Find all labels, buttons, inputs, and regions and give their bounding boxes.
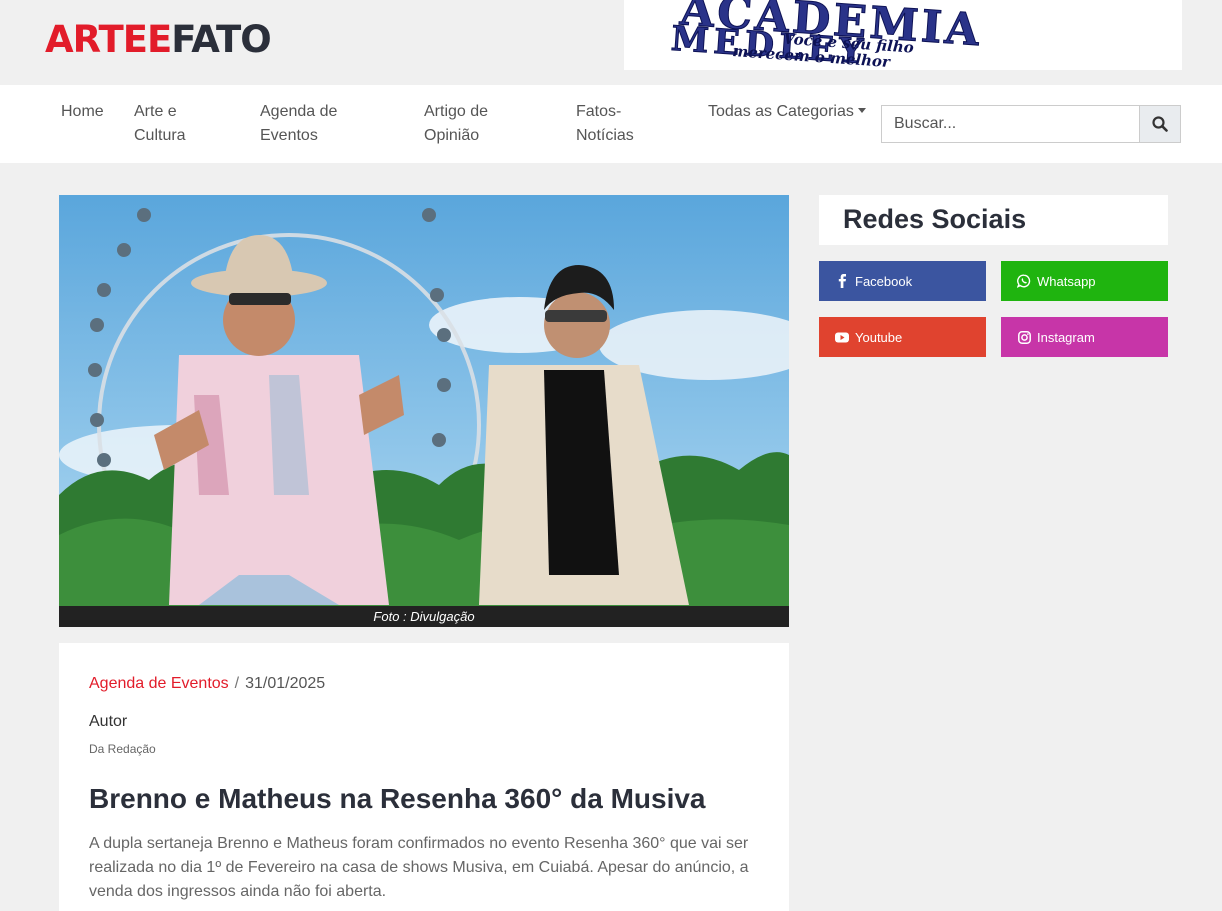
article-category-link[interactable]: Agenda de Eventos (89, 675, 229, 692)
youtube-button[interactable]: Youtube (819, 317, 986, 357)
article-card: Agenda de Eventos / 31/01/2025 Autor Da Re… (59, 643, 789, 911)
nav-label-line: Cultura (134, 127, 186, 144)
nav-artigo-opiniao[interactable]: Artigo de Opinião (424, 100, 488, 148)
facebook-button[interactable]: Facebook (819, 261, 986, 301)
author-name: Da Redação (89, 742, 156, 756)
sidebar-widget-header: Redes Sociais (819, 195, 1168, 245)
search-button[interactable] (1139, 105, 1181, 143)
article-body: A dupla sertaneja Brenno e Matheus foram… (89, 835, 749, 900)
whatsapp-button[interactable]: Whatsapp (1001, 261, 1168, 301)
nav-todas-categorias-dropdown[interactable]: Todas as Categorias (708, 100, 866, 124)
nav-label-line: Arte e (134, 103, 177, 120)
nav-arte-cultura[interactable]: Arte e Cultura (134, 100, 186, 148)
facebook-icon (835, 274, 849, 288)
instagram-button[interactable]: Instagram (1001, 317, 1168, 357)
nav-label-line: Fatos- (576, 103, 622, 120)
nav-label-line: Agenda de (260, 103, 338, 120)
article-date: 31/01/2025 (245, 675, 326, 692)
facebook-label: Facebook (855, 273, 913, 289)
nav-label-line: Opinião (424, 127, 480, 144)
logo-part-dark[interactable]: FATO (171, 18, 271, 61)
hero-photo (59, 195, 789, 627)
youtube-label: Youtube (855, 329, 903, 345)
nav-label-line: Artigo de (424, 103, 489, 120)
sidebar-title: Redes Sociais (843, 204, 1027, 234)
whatsapp-label: Whatsapp (1037, 273, 1096, 289)
ad-banner-image: ACADEMIA MEDLEY Você e seu filho merecem… (624, 0, 1182, 70)
whatsapp-icon (1017, 274, 1031, 288)
article-hero-image: Foto : Divulgação (59, 195, 789, 627)
meta-separator: / (234, 675, 240, 692)
nav-agenda-eventos[interactable]: Agenda de Eventos (260, 100, 337, 148)
hero-caption: Foto : Divulgação (59, 606, 789, 627)
nav-label-line: Notícias (576, 127, 634, 144)
nav-label-line: Eventos (260, 127, 318, 144)
caret-down-icon (857, 108, 866, 113)
search-icon (1152, 116, 1168, 132)
author-label: Autor (89, 713, 128, 730)
main-nav: Home Arte e Cultura Agenda de Eventos Ar… (0, 85, 1222, 163)
site-header: ARTEEFATO ACADEMIA MEDLEY Você e seu fil… (0, 0, 1222, 85)
nav-dropdown-label: Todas as Categorias (708, 103, 854, 120)
site-logo[interactable]: ARTEEFATO (45, 18, 272, 61)
ad-banner[interactable]: ACADEMIA MEDLEY Você e seu filho merecem… (624, 0, 1182, 70)
instagram-label: Instagram (1037, 329, 1095, 345)
search-input[interactable] (881, 105, 1140, 143)
article-meta: Agenda de Eventos / 31/01/2025 (89, 675, 325, 693)
instagram-icon (1017, 330, 1031, 344)
youtube-icon (835, 330, 849, 344)
nav-fatos-noticias[interactable]: Fatos- Notícias (576, 100, 634, 148)
nav-home[interactable]: Home (61, 100, 104, 124)
logo-part-red[interactable]: ARTEE (45, 18, 172, 61)
article-title: Brenno e Matheus na Resenha 360° da Musi… (89, 783, 706, 814)
